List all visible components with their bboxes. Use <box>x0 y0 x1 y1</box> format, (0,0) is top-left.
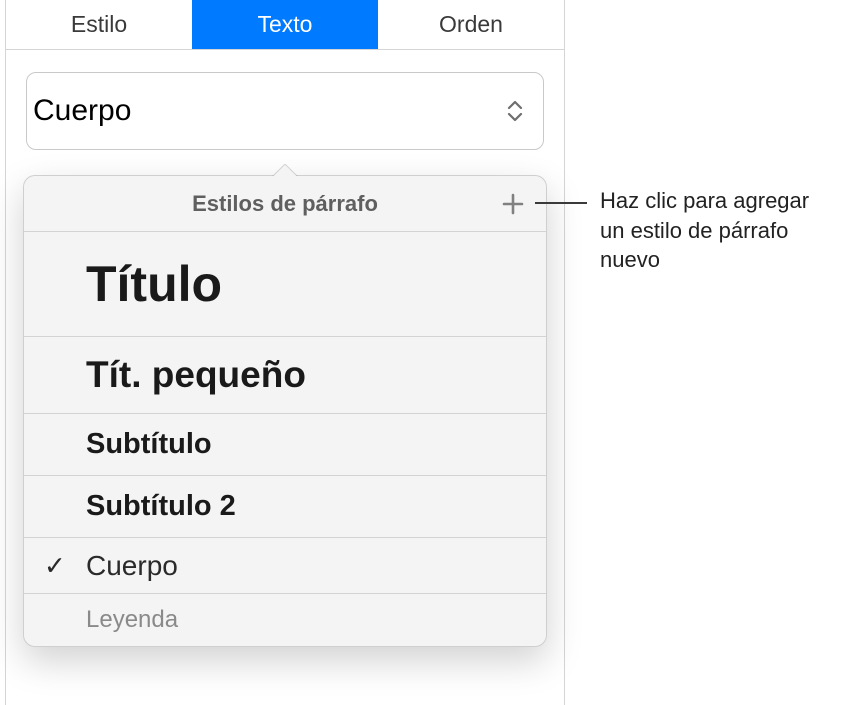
style-select-container: Cuerpo <box>6 50 564 150</box>
style-item-label: Subtítulo <box>86 428 212 461</box>
style-item-subtitulo-2[interactable]: Subtítulo 2 <box>24 476 546 538</box>
callout-text: Haz clic para agregar un estilo de párra… <box>600 186 830 275</box>
paragraph-style-select[interactable]: Cuerpo <box>26 72 544 150</box>
style-item-label: Subtítulo 2 <box>86 490 236 523</box>
tab-bar: Estilo Texto Orden <box>6 0 564 50</box>
select-chevron-icon <box>507 100 523 122</box>
style-item-label: Tít. pequeño <box>86 354 306 396</box>
paragraph-style-select-label: Cuerpo <box>33 94 131 128</box>
popover-header: Estilos de párrafo <box>24 176 546 232</box>
style-item-label: Título <box>86 255 222 313</box>
callout-line <box>535 202 587 204</box>
popover-title: Estilos de párrafo <box>192 191 378 217</box>
style-item-label: Leyenda <box>86 606 178 634</box>
add-style-button[interactable] <box>496 187 530 221</box>
tab-orden[interactable]: Orden <box>378 0 564 49</box>
style-list: Título Tít. pequeño Subtítulo Subtítulo … <box>24 232 546 646</box>
style-item-label: Cuerpo <box>86 550 178 582</box>
tab-texto[interactable]: Texto <box>192 0 378 49</box>
tab-estilo[interactable]: Estilo <box>6 0 192 49</box>
style-item-tit-pequeno[interactable]: Tít. pequeño <box>24 337 546 414</box>
plus-icon <box>501 192 525 216</box>
style-item-titulo[interactable]: Título <box>24 232 546 337</box>
paragraph-styles-popover: Estilos de párrafo Título Tít. pequeño S… <box>23 175 547 647</box>
checkmark-icon: ✓ <box>44 550 66 581</box>
style-item-cuerpo[interactable]: ✓ Cuerpo <box>24 538 546 594</box>
style-item-leyenda[interactable]: Leyenda <box>24 594 546 646</box>
style-item-subtitulo[interactable]: Subtítulo <box>24 414 546 476</box>
